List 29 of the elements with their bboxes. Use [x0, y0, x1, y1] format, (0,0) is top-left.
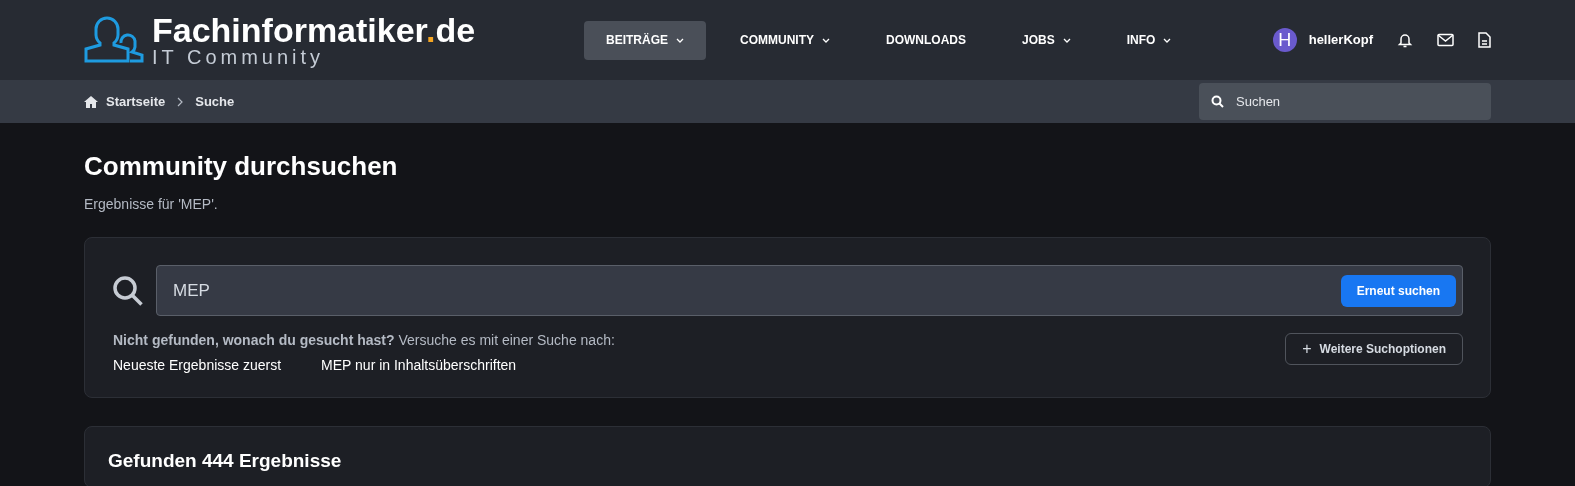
page-heading: Community durchsuchen — [84, 150, 399, 183]
breadcrumb-link[interactable]: Startseite — [106, 91, 166, 112]
search-field[interactable]: MEP Erneut suchen — [156, 265, 1463, 316]
search-icon — [1211, 95, 1224, 108]
nav-tab[interactable]: INFO — [1104, 20, 1194, 60]
envelope-icon[interactable] — [1437, 33, 1454, 47]
users-logo-icon — [84, 15, 144, 65]
document-icon[interactable] — [1478, 32, 1491, 48]
nav-tab[interactable]: DOWNLOADS — [864, 20, 988, 60]
site-tagline: IT Community — [152, 47, 326, 67]
site-search-field[interactable]: Suchen — [1199, 83, 1491, 120]
more-search-options-button[interactable]: + Weitere Suchoptionen — [1285, 333, 1463, 365]
nav-tab[interactable]: COMMUNITY — [718, 20, 852, 60]
search-icon — [112, 274, 144, 307]
bell-icon[interactable] — [1397, 32, 1413, 48]
home-icon[interactable] — [84, 95, 98, 108]
nav-tab[interactable]: BEITRÄGE — [584, 20, 706, 60]
search-again-button[interactable]: Erneut suchen — [1340, 274, 1456, 307]
suggestion-link[interactable]: Neueste Ergebnisse zuerst — [113, 355, 282, 376]
chevron-right-icon — [177, 96, 184, 107]
user-avatar[interactable]: H — [1272, 28, 1297, 52]
nav-tab[interactable]: JOBS — [1000, 20, 1093, 60]
suggestion-link[interactable]: MEP nur in Inhaltsüberschriften — [321, 355, 517, 376]
page-subheading: Ergebnisse für 'MEP'. — [84, 195, 219, 214]
search-hint-text: Nicht gefunden, wonach du gesucht hast? Versuche es mit einer Suche nach: — [113, 331, 615, 350]
results-heading: Gefunden 444 Ergebnisse — [108, 449, 343, 473]
username-link[interactable]: hellerKopf — [1308, 30, 1373, 50]
breadcrumb-link[interactable]: Suche — [195, 91, 235, 112]
site-logo-name: Fachinformatiker.de — [152, 13, 476, 47]
